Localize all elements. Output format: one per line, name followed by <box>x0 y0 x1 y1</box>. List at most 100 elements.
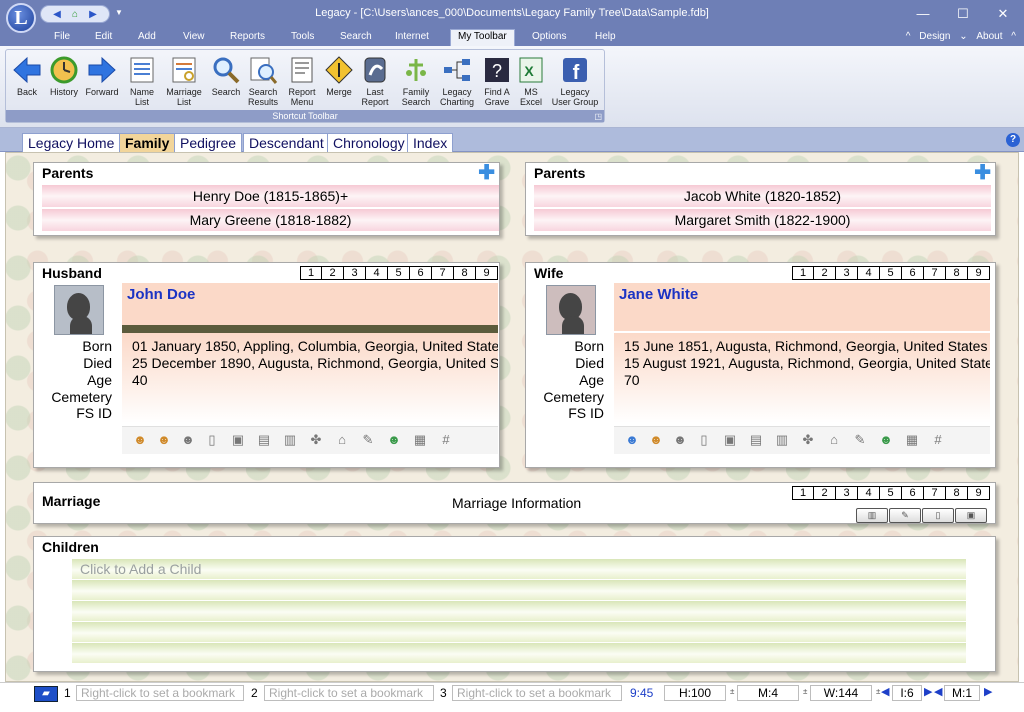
name-list-button[interactable]: Name List <box>124 53 160 111</box>
wife-facts[interactable]: 15 June 1851, Augusta, Richmond, Georgia… <box>614 333 990 423</box>
notes-icon[interactable]: ▯ <box>204 431 220 449</box>
wife-mother[interactable]: Margaret Smith (1822-1900) <box>534 209 991 231</box>
menu-tools[interactable]: Tools <box>291 31 314 42</box>
child-row[interactable] <box>72 643 966 663</box>
tab-family[interactable]: Family <box>119 133 176 152</box>
prev-marriage-icon[interactable]: ◀ <box>934 685 942 698</box>
dna-icon[interactable]: ✤ <box>800 431 816 449</box>
minimize-button[interactable]: — <box>905 3 941 25</box>
event-tab-1[interactable]: 1 <box>300 266 322 280</box>
ms-excel-button[interactable]: X MS Excel <box>514 53 548 111</box>
husband-facts[interactable]: 01 January 1850, Appling, Columbia, Geor… <box>122 333 498 423</box>
husband-avatar[interactable] <box>54 285 104 335</box>
marriage-sources-button[interactable]: ▥ <box>856 508 888 523</box>
husband-mother[interactable]: Mary Greene (1818-1882) <box>42 209 499 231</box>
spouses-icon[interactable]: ☻ <box>156 431 172 449</box>
marriage-picture-button[interactable]: ▣ <box>955 508 987 523</box>
forward-button[interactable]: Forward <box>82 53 122 111</box>
report-menu-button[interactable]: Report Menu <box>284 53 320 111</box>
next-individual-icon[interactable]: ▶ <box>924 685 932 698</box>
person-icon[interactable]: ☻ <box>132 431 148 449</box>
event-tab-5[interactable]: 5 <box>880 266 902 280</box>
ribbon-collapse-icon[interactable]: ^ <box>1011 31 1016 42</box>
research-icon[interactable]: ☻ <box>386 431 402 449</box>
research-icon[interactable]: ☻ <box>878 431 894 449</box>
event-tab-3[interactable]: 3 <box>836 266 858 280</box>
legacy-user-group-button[interactable]: f Legacy User Group <box>548 53 602 111</box>
about-menu[interactable]: ⌄ About <box>959 31 1002 42</box>
child-row[interactable] <box>72 601 966 621</box>
child-row[interactable] <box>72 622 966 642</box>
find-a-grave-button[interactable]: ? Find A Grave <box>478 53 516 111</box>
family-search-button[interactable]: Family Search <box>396 53 436 111</box>
merge-button[interactable]: Merge <box>321 53 357 111</box>
event-tab-8[interactable]: 8 <box>946 486 968 500</box>
add-parents-icon[interactable]: ✚ <box>478 163 495 183</box>
husband-name-box[interactable]: John Doe <box>122 283 498 331</box>
marriage-notes-button[interactable]: ✎ <box>889 508 921 523</box>
event-tab-9[interactable]: 9 <box>476 266 498 280</box>
event-tab-5[interactable]: 5 <box>388 266 410 280</box>
bookmark-3[interactable]: Right-click to set a bookmark <box>452 685 622 701</box>
picture-icon[interactable]: ▣ <box>230 431 246 449</box>
menu-file[interactable]: File <box>54 31 70 42</box>
menu-edit[interactable]: Edit <box>95 31 112 42</box>
search-button[interactable]: Search <box>208 53 244 111</box>
dialog-launcher-icon[interactable]: ◳ <box>594 112 602 121</box>
event-tab-6[interactable]: 6 <box>902 266 924 280</box>
back-button[interactable]: Back <box>8 53 46 111</box>
children-icon[interactable]: ☻ <box>672 431 688 449</box>
wife-avatar[interactable] <box>546 285 596 335</box>
hashtag-icon[interactable]: # <box>438 431 454 449</box>
search-results-button[interactable]: Search Results <box>244 53 282 111</box>
event-tab-4[interactable]: 4 <box>858 266 880 280</box>
history-button[interactable]: History <box>46 53 82 111</box>
menu-search[interactable]: Search <box>340 31 372 42</box>
legacy-charting-button[interactable]: Legacy Charting <box>436 53 478 111</box>
person-icon[interactable]: ☻ <box>624 431 640 449</box>
menu-internet[interactable]: Internet <box>395 31 429 42</box>
tab-pedigree[interactable]: Pedigree <box>174 133 243 152</box>
add-child-row[interactable]: Click to Add a Child <box>72 559 966 579</box>
marriage-information[interactable]: Marriage Information <box>452 495 581 511</box>
close-button[interactable]: ✕ <box>985 3 1021 25</box>
add-parents-icon[interactable]: ✚ <box>974 163 991 183</box>
design-menu[interactable]: ^ Design <box>906 31 951 42</box>
wife-father[interactable]: Jacob White (1820-1852) <box>534 185 991 207</box>
tab-legacy-home[interactable]: Legacy Home <box>22 133 121 152</box>
menu-add[interactable]: Add <box>138 31 156 42</box>
journal-icon[interactable]: ▦ <box>412 431 428 449</box>
dna-icon[interactable]: ✤ <box>308 431 324 449</box>
event-tab-2[interactable]: 2 <box>814 486 836 500</box>
event-tab-1[interactable]: 1 <box>792 266 814 280</box>
event-tab-3[interactable]: 3 <box>344 266 366 280</box>
spouses-icon[interactable]: ☻ <box>648 431 664 449</box>
menu-my-toolbar[interactable]: My Toolbar <box>450 29 515 46</box>
event-tab-4[interactable]: 4 <box>858 486 880 500</box>
event-tab-7[interactable]: 7 <box>924 486 946 500</box>
book-icon[interactable]: ▥ <box>774 431 790 449</box>
document-icon[interactable]: ▤ <box>748 431 764 449</box>
event-tab-3[interactable]: 3 <box>836 486 858 500</box>
husband-father[interactable]: Henry Doe (1815-1865)+ <box>42 185 499 207</box>
picture-icon[interactable]: ▣ <box>722 431 738 449</box>
child-row[interactable] <box>72 580 966 600</box>
children-icon[interactable]: ☻ <box>180 431 196 449</box>
event-tab-6[interactable]: 6 <box>902 486 924 500</box>
event-tab-7[interactable]: 7 <box>432 266 454 280</box>
tab-chronology[interactable]: Chronology <box>327 133 411 152</box>
event-tab-4[interactable]: 4 <box>366 266 388 280</box>
wife-name-box[interactable]: Jane White <box>614 283 990 331</box>
sources-icon[interactable]: ✎ <box>360 431 376 449</box>
last-report-button[interactable]: Last Report <box>356 53 394 111</box>
marriage-list-button[interactable]: Marriage List <box>162 53 206 111</box>
event-tab-5[interactable]: 5 <box>880 486 902 500</box>
maximize-button[interactable]: ☐ <box>945 3 981 25</box>
bookmark-book-icon[interactable]: ▰ <box>34 686 58 702</box>
menu-view[interactable]: View <box>183 31 205 42</box>
sources-icon[interactable]: ✎ <box>852 431 868 449</box>
menu-help[interactable]: Help <box>595 31 616 42</box>
address-icon[interactable]: ⌂ <box>334 431 350 449</box>
event-tab-7[interactable]: 7 <box>924 266 946 280</box>
event-tab-8[interactable]: 8 <box>946 266 968 280</box>
